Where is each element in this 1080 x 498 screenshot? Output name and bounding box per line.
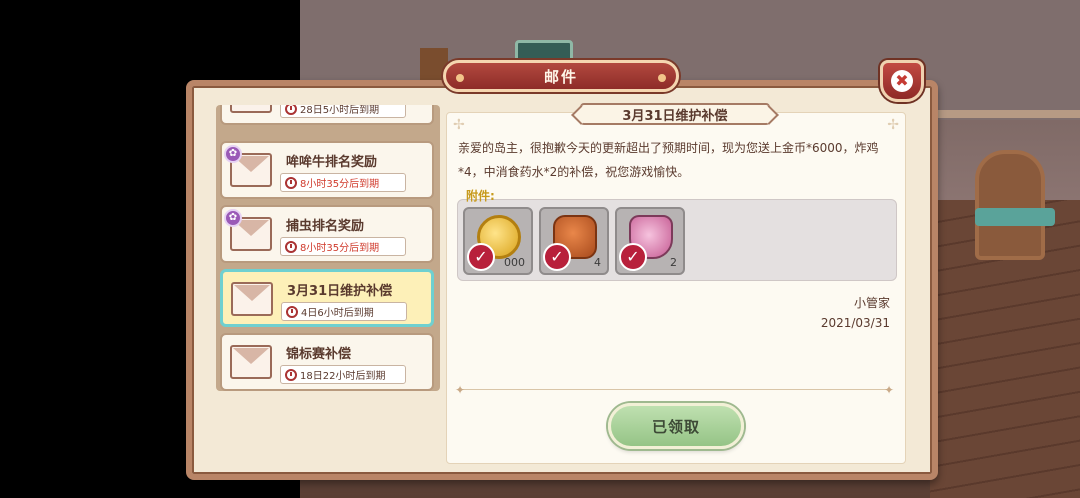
mail-signer: 小管家 <box>853 296 890 310</box>
window-title: 邮件 <box>543 67 578 86</box>
attachment-slot[interactable]: ✓ 4 <box>539 207 609 275</box>
mail-item-expiry: 8小时35分后到期 <box>280 173 406 192</box>
mail-item-expiry: 8小时35分后到期 <box>280 237 406 256</box>
gear-icon: ✿ <box>224 209 242 227</box>
attachment-slot[interactable]: ✓ 2 <box>615 207 685 275</box>
attachment-slot[interactable]: ✓ 000 <box>463 207 533 275</box>
claimed-button[interactable]: 已领取 <box>608 403 744 449</box>
chair-decoration <box>975 150 1045 260</box>
mail-item[interactable]: ✿ 哞哞牛排名奖励 8小时35分后到期 <box>220 141 434 199</box>
mail-item[interactable]: 28日5小时后到期 <box>220 105 434 125</box>
attachment-count: 4 <box>594 256 601 269</box>
mail-list[interactable]: 28日5小时后到期 ✿ 哞哞牛排名奖励 8小时35分后到期 ✿ 捕虫排名奖励 8… <box>216 105 440 391</box>
mail-item-expiry: 18日22小时后到期 <box>280 365 406 384</box>
attachment-count: 2 <box>670 256 677 269</box>
mail-subject: 3月31日维护补偿 <box>622 108 728 124</box>
claimed-button-label: 已领取 <box>651 417 700 436</box>
attachment-count: 000 <box>504 256 525 269</box>
attachments-label: 附件: <box>466 189 495 203</box>
mail-item-selected[interactable]: 3月31日维护补偿 4日6小时后到期 <box>220 269 434 327</box>
check-icon: ✓ <box>543 243 571 271</box>
ornament-icon: ✢ <box>887 117 899 133</box>
clock-icon <box>286 305 298 318</box>
mail-item-expiry: 4日6小时后到期 <box>281 302 407 321</box>
mail-item[interactable]: 锦标赛补偿 18日22小时后到期 <box>220 333 434 391</box>
clock-icon <box>285 368 297 381</box>
envelope-icon <box>230 345 272 379</box>
mail-item-title: 3月31日维护补偿 <box>287 284 393 299</box>
mail-body: 亲爱的岛主，很抱歉今天的更新超出了预期时间，现为您送上金币*6000，炸鸡*4，… <box>458 141 879 179</box>
mail-subject-tag: 3月31日维护补偿 <box>580 103 770 125</box>
close-icon: ✖ <box>891 70 913 92</box>
mail-date: 2021/03/31 <box>820 316 890 330</box>
mail-item-title: 锦标赛补偿 <box>286 347 352 362</box>
clock-icon <box>285 240 297 253</box>
gear-icon: ✿ <box>224 145 242 163</box>
check-icon: ✓ <box>467 243 495 271</box>
mail-item-title: 捕虫排名奖励 <box>286 219 365 234</box>
mail-item-expiry: 28日5小时后到期 <box>280 105 406 118</box>
ornament-icon: ✢ <box>453 117 465 133</box>
mail-item[interactable]: ✿ 捕虫排名奖励 8小时35分后到期 <box>220 205 434 263</box>
mail-item-title: 哞哞牛排名奖励 <box>286 155 378 170</box>
clock-icon <box>285 105 297 115</box>
clock-icon <box>285 176 297 189</box>
check-icon: ✓ <box>619 243 647 271</box>
ornament-icon: ✦ <box>455 383 466 397</box>
envelope-icon <box>230 105 272 113</box>
envelope-icon <box>231 282 273 316</box>
window-title-bar: 邮件 <box>443 60 679 92</box>
close-button[interactable]: ✖ <box>880 60 924 102</box>
divider <box>462 389 890 390</box>
ornament-icon: ✦ <box>884 383 895 397</box>
